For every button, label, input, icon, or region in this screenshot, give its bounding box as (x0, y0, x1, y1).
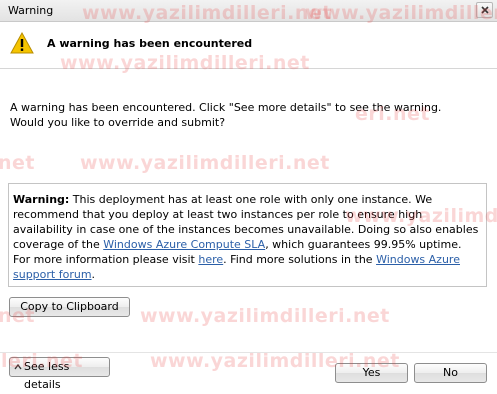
title-bar: Warning (0, 0, 497, 22)
header: A warning has been encountered (0, 22, 497, 69)
here-link[interactable]: here (198, 253, 223, 266)
footer-divider (0, 352, 497, 353)
close-button[interactable] (476, 2, 493, 18)
watermark-fragment: net (0, 152, 35, 174)
window-title: Warning (8, 4, 54, 17)
heading: A warning has been encountered (47, 37, 253, 50)
copy-to-clipboard-button[interactable]: Copy to Clipboard (9, 297, 130, 317)
message-line-1: A warning has been encountered. Click "S… (10, 101, 442, 114)
see-less-details-button[interactable]: See less details (9, 357, 110, 391)
details-text-3: . Find more solutions in the (223, 253, 377, 266)
no-button[interactable]: No (414, 363, 487, 383)
see-less-details-label: See less details (24, 360, 70, 391)
warning-icon (10, 32, 34, 54)
yes-button[interactable]: Yes (335, 363, 408, 383)
close-icon (481, 6, 489, 14)
chevron-up-icon (14, 363, 22, 370)
details-text-4: . (91, 268, 96, 281)
details-label: Warning: (13, 193, 70, 206)
details-panel: Warning: This deployment has at least on… (8, 183, 487, 287)
watermark-text: www.yazilimdilleri.net (80, 152, 330, 174)
watermark-text: www.yazilimdilleri.net (140, 305, 390, 327)
message-line-2: Would you like to override and submit? (10, 116, 226, 129)
sla-link[interactable]: Windows Azure Compute SLA (103, 238, 265, 251)
warning-message: A warning has been encountered. Click "S… (10, 100, 480, 130)
